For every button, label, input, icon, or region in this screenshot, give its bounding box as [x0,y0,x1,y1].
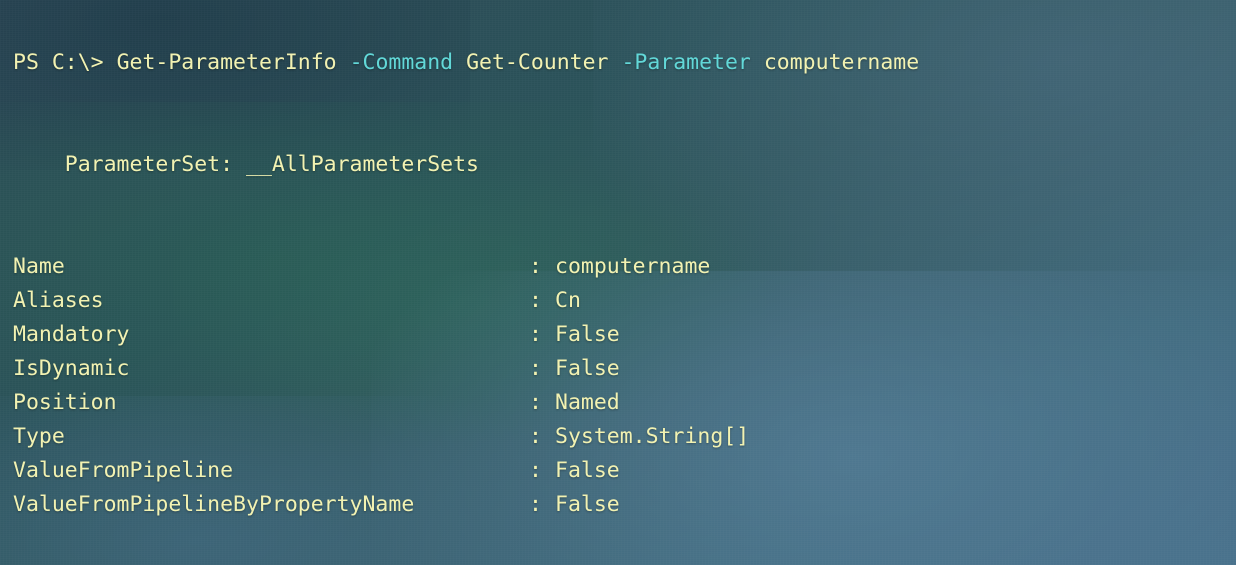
property-colon: : [529,356,542,381]
table-row: Name: computername [13,250,710,284]
parameter-flag-command: -Command [349,50,454,75]
property-value: False [555,356,620,381]
table-row: Mandatory: False [13,318,620,352]
command-space-3 [608,50,621,75]
property-colon: : [529,254,542,279]
property-value: System.String[] [555,424,750,449]
property-colon: : [529,458,542,483]
property-value: False [555,492,620,517]
parameter-value-command: Get-Counter [466,50,609,75]
table-row: ValueFromPipeline: False [13,454,620,488]
command-space-2 [453,50,466,75]
parameter-value-parameter: computername [763,50,920,75]
property-colon: : [529,492,542,517]
parameter-flag-parameter: -Parameter [621,50,751,75]
property-value: computername [555,254,711,279]
table-row: Position: Named [13,386,620,420]
property-value: False [555,322,620,347]
table-row: Aliases: Cn [13,284,581,318]
powershell-console-window[interactable]: PS C:\> Get-ParameterInfo -Command Get-C… [0,0,1236,565]
property-value: Cn [555,288,581,313]
property-colon: : [529,390,542,415]
property-colon: : [529,288,542,313]
command-space-4 [751,50,764,75]
property-value: Named [555,390,620,415]
table-row: ValueFromPipelineByPropertyName: False [13,488,620,522]
parameter-set-header: ParameterSet: __AllParameterSets [13,152,479,177]
command-prompt-line[interactable]: PS C:\> Get-ParameterInfo -Command Get-C… [13,46,919,80]
property-colon: : [529,424,542,449]
command-name: Get-ParameterInfo [116,50,337,75]
property-key: IsDynamic [13,356,130,381]
table-row: IsDynamic: False [13,352,620,386]
property-key: Name [13,254,65,279]
table-row: Type: System.String[] [13,420,749,454]
prompt-prefix: PS C:\> [13,50,117,75]
property-key: ValueFromPipelineByPropertyName [13,492,415,517]
property-key: Aliases [13,288,104,313]
property-key: Position [13,390,117,415]
command-space-1 [337,50,350,75]
property-value: False [555,458,620,483]
property-key: Type [13,424,65,449]
property-colon: : [529,322,542,347]
property-key: ValueFromPipeline [13,458,234,483]
property-key: Mandatory [13,322,130,347]
console-text-buffer[interactable]: PS C:\> Get-ParameterInfo -Command Get-C… [0,0,1236,565]
